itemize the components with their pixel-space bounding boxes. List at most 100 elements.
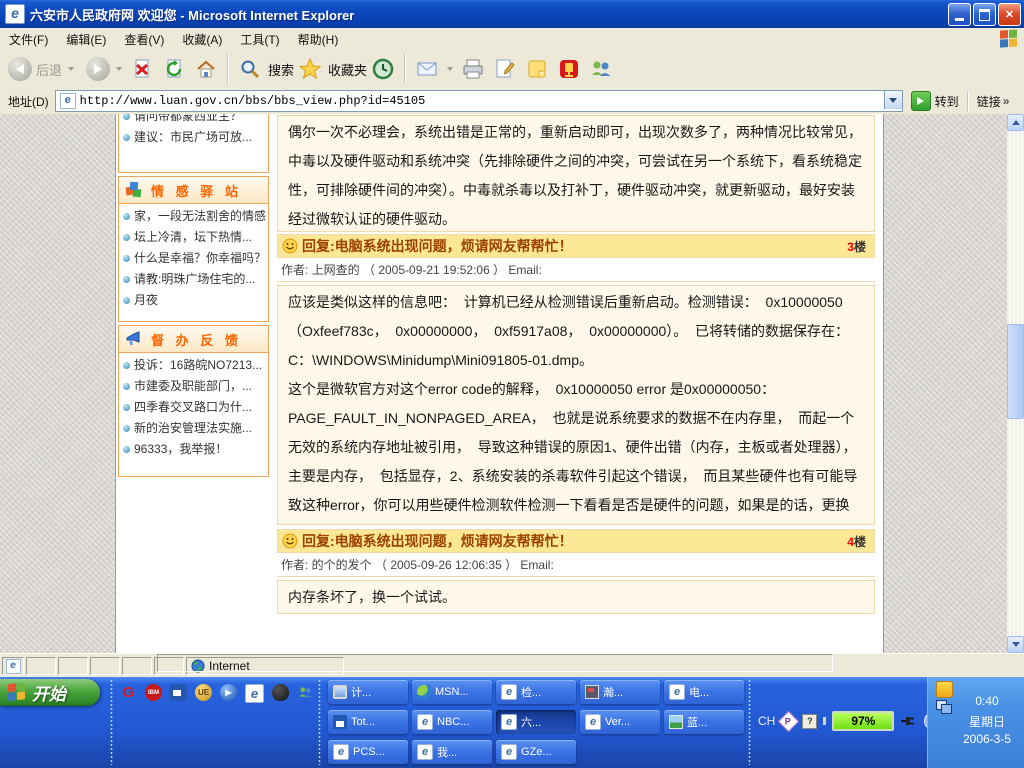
home-icon[interactable] <box>194 57 218 81</box>
taskbar-button[interactable]: eVer... <box>580 710 660 734</box>
print-icon[interactable] <box>461 57 485 81</box>
back-label[interactable]: 后退 <box>36 60 62 79</box>
sidebar-link[interactable]: 96333，我举报！ <box>119 439 268 460</box>
taskbar-button[interactable]: 蓝... <box>664 710 744 734</box>
status-page-icon: e <box>2 657 24 675</box>
vertical-scrollbar[interactable] <box>1007 114 1024 653</box>
taskbar-button[interactable]: e检... <box>496 680 576 704</box>
ultraedit-icon[interactable]: UE <box>195 684 212 701</box>
sidebar-link[interactable]: 市建委及职能部门，... <box>119 376 268 397</box>
menu-edit[interactable]: 编辑(E) <box>57 28 115 51</box>
windows-flag-icon <box>8 681 28 703</box>
taskbar-button[interactable]: e电... <box>664 680 744 704</box>
forum-thread: 偶尔一次不必理会，系统出错是正常的，重新启动即可，出现次数多了，两种情况比较常见… <box>271 114 883 653</box>
sidebar-link[interactable]: 新的治安管理法实施... <box>119 418 268 439</box>
flashget-icon[interactable]: G <box>120 684 137 701</box>
taskbar-button[interactable]: 瀚... <box>580 680 660 704</box>
sidebar-link[interactable]: 四季春交叉路口为什... <box>119 397 268 418</box>
bullet-icon <box>123 213 130 220</box>
reply-body: 内存条坏了，换一个试试。 <box>277 580 875 614</box>
sidebar-link[interactable]: 什么是幸福？你幸福吗？ <box>119 248 268 269</box>
ie-icon: e <box>501 714 517 730</box>
scroll-down-icon[interactable] <box>1007 636 1024 653</box>
battery-indicator[interactable]: 97% <box>832 711 894 731</box>
taskbar-button[interactable]: ePCS... <box>328 740 408 764</box>
bullet-icon <box>123 134 130 141</box>
taskbar-button[interactable]: eGZe... <box>496 740 576 764</box>
taskbar-button[interactable]: e我... <box>412 740 492 764</box>
close-button[interactable]: ✕ <box>998 3 1021 26</box>
power-plug-icon[interactable] <box>900 713 916 729</box>
ie-icon: e <box>585 714 601 730</box>
sidebar-link[interactable]: 请教:明珠广场住宅的... <box>119 269 268 290</box>
msn-icon <box>417 685 431 699</box>
forward-dropdown-icon[interactable] <box>116 67 122 71</box>
taskbar-button[interactable]: eNBC... <box>412 710 492 734</box>
sidebar-link[interactable]: 家，一段无法割舍的情感 <box>119 206 268 227</box>
sidebar-link[interactable]: 投诉：16路皖NO7213... <box>119 355 268 376</box>
refresh-icon[interactable] <box>162 57 186 81</box>
search-icon[interactable] <box>238 57 262 81</box>
network-tray-icon[interactable] <box>936 700 951 713</box>
sidebar-link[interactable]: 请问帝都蒙西业主？ <box>119 114 268 127</box>
back-dropdown-icon[interactable] <box>68 67 74 71</box>
taskbar-button-active[interactable]: e六... <box>496 710 576 734</box>
favorites-label[interactable]: 收藏夹 <box>328 60 367 79</box>
minimize-button[interactable] <box>948 3 971 26</box>
qq-icon[interactable] <box>272 684 289 701</box>
address-url[interactable]: http://www.luan.gov.cn/bbs/bbs_view.php?… <box>80 94 426 108</box>
go-label[interactable]: 转到 <box>935 93 959 110</box>
page-icon: e <box>60 93 76 109</box>
qq-tray-icon[interactable] <box>936 681 953 698</box>
history-icon[interactable] <box>371 57 395 81</box>
bullet-icon <box>123 446 130 453</box>
media-player-icon[interactable]: ▶ <box>220 684 237 701</box>
note-icon[interactable] <box>525 57 549 81</box>
back-icon[interactable] <box>8 57 32 81</box>
taskbar-button[interactable]: 计... <box>328 680 408 704</box>
address-dropdown-icon[interactable] <box>884 91 902 109</box>
menu-favorites[interactable]: 收藏(A) <box>173 28 231 51</box>
sidebar-link[interactable]: 月夜 <box>119 290 268 311</box>
ime-icon[interactable]: P <box>778 710 799 731</box>
menu-view[interactable]: 查看(V) <box>115 28 173 51</box>
search-label[interactable]: 搜索 <box>268 60 294 79</box>
stop-icon[interactable] <box>130 57 154 81</box>
forward-icon[interactable] <box>86 57 110 81</box>
links-label[interactable]: 链接 <box>977 93 1001 110</box>
tray-weekday: 星期日 <box>954 713 1020 730</box>
bullet-icon <box>123 255 130 262</box>
mail-dropdown-icon[interactable] <box>447 67 453 71</box>
sidebar-link[interactable]: 坛上冷清，坛下热情... <box>119 227 268 248</box>
favorites-star-icon[interactable] <box>298 57 322 81</box>
links-more-icon[interactable]: » <box>1003 94 1010 108</box>
menu-tools[interactable]: 工具(T) <box>231 28 288 51</box>
red-badge-icon[interactable]: IBM <box>145 684 162 701</box>
messenger-icon[interactable] <box>297 684 314 701</box>
input-language-indicator[interactable]: CH <box>758 714 775 728</box>
sidebar-link[interactable]: 建议：市民广场可放... <box>119 127 268 148</box>
messenger-icon[interactable] <box>589 57 613 81</box>
status-message <box>157 654 833 672</box>
qq-icon[interactable] <box>557 57 581 81</box>
clock-panel[interactable]: 0:40 星期日 2006-3-5 <box>927 677 1024 768</box>
menu-help[interactable]: 帮助(H) <box>289 28 348 51</box>
desktop: e 六安市人民政府网 欢迎您 - Microsoft Internet Expl… <box>0 0 1024 768</box>
edit-icon[interactable] <box>493 57 517 81</box>
bullet-icon <box>123 276 130 283</box>
go-button[interactable]: 转到 <box>911 91 959 111</box>
soft-keyboard-icon[interactable]: ? <box>802 714 817 729</box>
restore-button[interactable] <box>973 3 996 26</box>
tray-date: 2006-3-5 <box>954 732 1020 746</box>
mail-icon[interactable] <box>415 57 439 81</box>
menu-file[interactable]: 文件(F) <box>0 28 57 51</box>
address-input[interactable]: e http://www.luan.gov.cn/bbs/bbs_view.ph… <box>55 90 903 112</box>
taskbar-button[interactable]: Tot... <box>328 710 408 734</box>
taskbar-button[interactable]: MSN... <box>412 680 492 704</box>
scroll-up-icon[interactable] <box>1007 114 1024 131</box>
floppy-icon[interactable] <box>170 684 187 701</box>
scrollbar-thumb[interactable] <box>1007 324 1024 419</box>
start-button[interactable]: 开始 <box>0 679 100 706</box>
go-arrow-icon <box>911 91 931 111</box>
ie-icon[interactable]: e <box>245 684 264 703</box>
